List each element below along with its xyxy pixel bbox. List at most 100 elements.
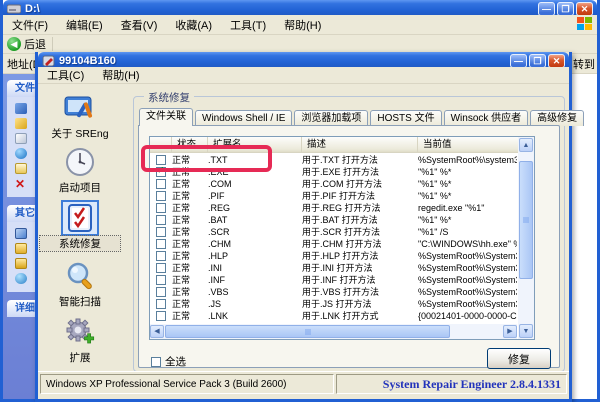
row-checkbox[interactable] bbox=[150, 262, 172, 274]
table-header-row: 状态 扩展名 描述 当前值 bbox=[150, 137, 534, 153]
select-all-checkbox[interactable]: 全选 bbox=[151, 354, 186, 369]
row-checkbox[interactable] bbox=[150, 238, 172, 250]
sreng-window: 99104B160 — ❐ ✕ 工具(C)帮助(H) 关于 SREng bbox=[35, 52, 572, 402]
table-row[interactable]: 正常 .BAT 用于.BAT 打开方法 "%1" %* bbox=[150, 214, 517, 226]
menu-item[interactable]: 帮助(H) bbox=[93, 65, 148, 85]
table-row[interactable]: 正常 .CHM 用于.CHM 打开方法 "C:\WINDOWS\hh.exe" … bbox=[150, 238, 517, 250]
checkbox-icon bbox=[151, 357, 161, 367]
scroll-down-icon[interactable]: ▼ bbox=[519, 324, 533, 338]
table-row[interactable]: 正常 .LNK 用于.LNK 打开方式 {00021401-0000-0000-… bbox=[150, 310, 517, 322]
table-row[interactable]: 正常 .COM 用于.COM 打开方法 "%1" %* bbox=[150, 178, 517, 190]
row-checkbox[interactable] bbox=[150, 250, 172, 262]
sidebar-item-extensions[interactable]: 扩展 bbox=[40, 316, 120, 365]
envelope-icon bbox=[15, 163, 27, 174]
table-row[interactable]: 正常 .TXT 用于.TXT 打开方法 %SystemRoot%\system3… bbox=[150, 154, 517, 166]
drive-icon bbox=[7, 3, 21, 15]
explorer-title: D:\ bbox=[25, 3, 536, 15]
magnifier-icon bbox=[63, 260, 97, 292]
menu-item[interactable]: 编辑(E) bbox=[57, 15, 112, 35]
table-row[interactable]: 正常 .INI 用于.INI 打开方法 %SystemRoot%\System3… bbox=[150, 262, 517, 274]
sreng-close-button[interactable]: ✕ bbox=[548, 54, 565, 68]
sidebar-item-system-repair[interactable]: 系统修复 bbox=[40, 202, 120, 251]
table-row[interactable]: 正常 .HLP 用于.HLP 打开方法 %SystemRoot%\System3… bbox=[150, 250, 517, 262]
horizontal-scroll-thumb[interactable] bbox=[165, 325, 450, 338]
explorer-menu: 文件(F)编辑(E)查看(V)收藏(A)工具(T)帮助(H) bbox=[3, 15, 330, 35]
row-checkbox[interactable] bbox=[150, 298, 172, 310]
sreng-client-area: 关于 SREng 启动项目 系统修复 bbox=[38, 84, 569, 371]
screen: D:\ — ❐ ✕ 文件(F)编辑(E)查看(V)收藏(A)工具(T)帮助(H)… bbox=[0, 0, 600, 402]
move-folder-icon bbox=[15, 118, 27, 129]
menu-item[interactable]: 工具(T) bbox=[221, 15, 275, 35]
sreng-maximize-button[interactable]: ❐ bbox=[529, 54, 546, 68]
vertical-scrollbar[interactable]: ▲ ▼ bbox=[518, 137, 534, 339]
explorer-maximize-button[interactable]: ❐ bbox=[557, 2, 574, 16]
repair-checklist-icon bbox=[63, 202, 97, 234]
header-ext[interactable]: 扩展名 bbox=[208, 137, 302, 152]
vertical-scroll-thumb[interactable] bbox=[519, 161, 533, 279]
scroll-left-icon[interactable]: ◀ bbox=[150, 325, 164, 338]
globe-icon bbox=[15, 148, 27, 159]
header-checkbox-column[interactable] bbox=[150, 137, 172, 152]
sidebar-item-about[interactable]: 关于 SREng bbox=[40, 92, 120, 141]
row-checkbox[interactable] bbox=[150, 166, 172, 178]
sreng-statusbar: Windows XP Professional Service Pack 3 (… bbox=[38, 371, 569, 399]
table-row[interactable]: 正常 .REG 用于.REG 打开方法 regedit.exe "%1" bbox=[150, 202, 517, 214]
computer-icon bbox=[15, 228, 27, 239]
tab[interactable]: HOSTS 文件 bbox=[370, 110, 441, 126]
table-row[interactable]: 正常 .SCR 用于.SCR 打开方法 "%1" /S bbox=[150, 226, 517, 238]
table-row[interactable]: 正常 .JS 用于.JS 打开方法 %SystemRoot%\System32\ bbox=[150, 298, 517, 310]
row-checkbox[interactable] bbox=[150, 178, 172, 190]
system-repair-groupbox: 系统修复 文件关联Windows Shell / IE浏览器加载项HOSTS 文… bbox=[133, 96, 565, 372]
sreng-minimize-button[interactable]: — bbox=[510, 54, 527, 68]
row-checkbox[interactable] bbox=[150, 286, 172, 298]
gear-plus-icon bbox=[63, 316, 97, 348]
repair-tabs: 文件关联Windows Shell / IE浏览器加载项HOSTS 文件Wins… bbox=[139, 108, 586, 126]
table-row[interactable]: 正常 .EXE 用于.EXE 打开方法 "%1" %* bbox=[150, 166, 517, 178]
explorer-minimize-button[interactable]: — bbox=[538, 2, 555, 16]
sidebar-item-startup[interactable]: 启动项目 bbox=[40, 146, 120, 195]
about-sreng-icon bbox=[63, 92, 97, 124]
sidebar-item-smart-scan[interactable]: 智能扫描 bbox=[40, 260, 120, 309]
scroll-right-icon[interactable]: ▶ bbox=[503, 325, 517, 338]
statusbar-os-version: Windows XP Professional Service Pack 3 (… bbox=[40, 374, 334, 394]
row-checkbox[interactable] bbox=[150, 214, 172, 226]
menu-item[interactable]: 工具(C) bbox=[38, 65, 93, 85]
repair-button[interactable]: 修复 bbox=[487, 348, 551, 369]
header-desc[interactable]: 描述 bbox=[302, 137, 418, 152]
horizontal-scrollbar[interactable]: ◀ ▶ bbox=[150, 324, 517, 339]
toolbar-separator bbox=[52, 37, 53, 51]
table-row[interactable]: 正常 .PIF 用于.PIF 打开方法 "%1" %* bbox=[150, 190, 517, 202]
header-status[interactable]: 状态 bbox=[172, 137, 208, 152]
rename-icon bbox=[15, 103, 27, 114]
tab[interactable]: 高级修复 bbox=[530, 110, 584, 126]
header-value[interactable]: 当前值 bbox=[418, 137, 534, 152]
explorer-menubar: 文件(F)编辑(E)查看(V)收藏(A)工具(T)帮助(H) bbox=[3, 15, 597, 35]
tab[interactable]: 文件关联 bbox=[139, 108, 193, 126]
row-checkbox[interactable] bbox=[150, 190, 172, 202]
tab[interactable]: Winsock 供应者 bbox=[444, 110, 529, 126]
back-button[interactable]: 后退 bbox=[24, 36, 46, 52]
folder-icon bbox=[15, 243, 27, 254]
table-row[interactable]: 正常 .INF 用于.INF 打开方法 %SystemRoot%\System3… bbox=[150, 274, 517, 286]
explorer-close-button[interactable]: ✕ bbox=[576, 2, 593, 16]
statusbar-app-name: System Repair Engineer 2.8.4.1331 bbox=[336, 374, 567, 394]
folder-open-icon bbox=[15, 258, 27, 269]
clock-icon bbox=[63, 146, 97, 178]
scroll-up-icon[interactable]: ▲ bbox=[519, 138, 533, 152]
file-association-tabpage: 状态 扩展名 描述 当前值 正常 .TXT bbox=[138, 125, 560, 368]
row-checkbox[interactable] bbox=[150, 226, 172, 238]
tab[interactable]: 浏览器加载项 bbox=[294, 110, 368, 126]
copy-icon bbox=[15, 133, 27, 144]
row-checkbox[interactable] bbox=[150, 202, 172, 214]
tab[interactable]: Windows Shell / IE bbox=[195, 110, 292, 126]
menu-item[interactable]: 收藏(A) bbox=[166, 15, 221, 35]
windows-logo-icon bbox=[577, 17, 593, 31]
row-checkbox[interactable] bbox=[150, 274, 172, 286]
menu-item[interactable]: 文件(F) bbox=[3, 15, 57, 35]
row-checkbox[interactable] bbox=[150, 310, 172, 322]
back-icon: ◀ bbox=[7, 37, 21, 51]
table-row[interactable]: 正常 .VBS 用于.VBS 打开方法 %SystemRoot%\System3… bbox=[150, 286, 517, 298]
groupbox-label: 系统修复 bbox=[144, 90, 194, 105]
menu-item[interactable]: 查看(V) bbox=[112, 15, 167, 35]
menu-item[interactable]: 帮助(H) bbox=[275, 15, 330, 35]
